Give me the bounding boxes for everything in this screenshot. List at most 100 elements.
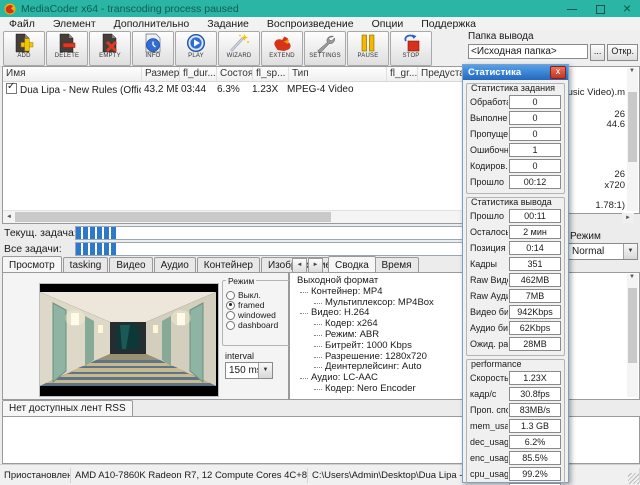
toolbar-label: PAUSE <box>358 53 379 59</box>
stat-label: mem_usage <box>470 421 508 431</box>
dialog-title: Статистика <box>468 67 550 78</box>
file-info-line: 1.78:1) <box>595 200 625 211</box>
chevron-down-icon[interactable] <box>623 244 637 259</box>
scroll-thumb[interactable] <box>628 92 637 162</box>
radio-icon[interactable] <box>226 301 235 310</box>
menu-task[interactable]: Задание <box>198 18 258 30</box>
task-mode-select[interactable]: Normal <box>568 243 638 260</box>
extend-icon <box>271 33 293 53</box>
radio-label: framed <box>238 300 264 310</box>
close-icon[interactable] <box>622 3 634 15</box>
dialog-close-icon[interactable]: x <box>550 66 566 79</box>
col-duration[interactable]: fl_dur... <box>180 67 217 81</box>
menu-file[interactable]: Файл <box>0 18 44 30</box>
col-group[interactable]: fl_gr... <box>387 67 418 81</box>
tab-scroll-right-icon[interactable]: ► <box>308 258 323 273</box>
stat-label: Выполнено фай <box>470 113 508 123</box>
stat-label: Проп. способн. <box>470 405 508 415</box>
stat-value: 942Kbps <box>509 305 561 319</box>
stat-value: 83MB/s <box>509 403 561 417</box>
tab-video[interactable]: Видео <box>109 257 152 273</box>
stat-row: Raw Аудио7MB <box>470 289 561 303</box>
col-speed[interactable]: fl_sp... <box>253 67 289 81</box>
mode-option-windowed[interactable]: windowed <box>226 310 288 320</box>
col-status[interactable]: Состоя... <box>217 67 253 81</box>
col-name[interactable]: Имя <box>3 67 142 81</box>
radio-icon[interactable] <box>226 321 235 330</box>
output-folder-input[interactable]: <Исходная папка> <box>468 44 588 59</box>
mode-option-dashboard[interactable]: dashboard <box>226 320 288 330</box>
statistics-dialog: Статистика x Статистика задания Обработа… <box>462 64 569 483</box>
radio-icon[interactable] <box>226 311 235 320</box>
mediacoder-window: MediaCoder x64 - transcoding process pau… <box>0 0 640 485</box>
tab-tasking[interactable]: tasking <box>63 257 109 273</box>
empty-list-icon <box>99 33 121 53</box>
extend-button[interactable]: EXTEND <box>261 31 303 66</box>
menu-advanced[interactable]: Дополнительно <box>105 18 199 30</box>
stat-label: cpu_usage <box>470 469 508 479</box>
stat-label: Скорость <box>470 373 508 383</box>
mode-option-off[interactable]: Выкл. <box>226 290 288 300</box>
pause-button[interactable]: PAUSE <box>347 31 389 66</box>
menu-item[interactable]: Элемент <box>44 18 105 30</box>
summary-vscrollbar[interactable] <box>627 274 638 397</box>
menu-options[interactable]: Опции <box>363 18 413 30</box>
radio-icon[interactable] <box>226 291 235 300</box>
tab-audio[interactable]: Аудио <box>154 257 196 273</box>
toolbar-label: EXTEND <box>269 53 295 59</box>
stat-row: Аудио битрейт62Kbps <box>470 321 561 335</box>
stat-row: Прошло00:11 <box>470 209 561 223</box>
scroll-right-icon[interactable]: ► <box>622 213 634 223</box>
stat-row: Прошло00:12 <box>470 175 561 189</box>
mode-group-title: Режим <box>226 276 256 286</box>
tab-scroll-left-icon[interactable]: ◄ <box>292 258 307 273</box>
menu-support[interactable]: Поддержка <box>412 18 485 30</box>
maximize-icon[interactable] <box>594 3 606 15</box>
stat-label: Raw Видео <box>470 275 508 285</box>
info-button[interactable]: INFO <box>132 31 174 66</box>
file-info-vscrollbar[interactable] <box>627 68 638 211</box>
tab-container[interactable]: Контейнер <box>197 257 260 273</box>
row-checkbox[interactable] <box>6 83 17 94</box>
stat-row: Видео битрейт942Kbps <box>470 305 561 319</box>
dialog-title-bar[interactable]: Статистика x <box>463 65 568 80</box>
group-title: Статистика задания <box>470 83 561 93</box>
interval-select[interactable]: 150 ms <box>225 362 273 379</box>
play-button[interactable]: PLAY <box>175 31 217 66</box>
tab-preview[interactable]: Просмотр <box>2 256 62 272</box>
file-status: 6.3% <box>214 84 249 95</box>
scroll-left-icon[interactable]: ◄ <box>3 211 15 223</box>
browse-button[interactable]: ... <box>590 44 606 61</box>
toolbar-label: SETTINGS <box>309 53 341 59</box>
stop-button[interactable]: STOP <box>390 31 432 66</box>
mode-option-framed[interactable]: framed <box>226 300 288 310</box>
chevron-down-icon[interactable] <box>258 363 272 378</box>
toolbar-label: DELETE <box>55 53 80 59</box>
video-frame-corridor <box>40 284 216 394</box>
group-title: Статистика вывода <box>470 197 561 207</box>
delete-button[interactable]: DELETE <box>46 31 88 66</box>
performance-group: performance Скорость1.23X кадр/с30.8fps … <box>466 359 565 485</box>
group-title: performance <box>470 359 561 369</box>
stat-row: Кадры351 <box>470 257 561 271</box>
wizard-button[interactable]: WIZARD <box>218 31 260 66</box>
stat-label: dec_usage <box>470 437 508 447</box>
scroll-thumb[interactable] <box>15 212 331 222</box>
tab-time[interactable]: Время <box>374 257 418 273</box>
settings-button[interactable]: SETTINGS <box>304 31 346 66</box>
title-bar: MediaCoder x64 - transcoding process pau… <box>0 0 640 17</box>
stat-row: Скорость1.23X <box>470 371 561 385</box>
col-type[interactable]: Тип <box>289 67 387 81</box>
resize-grip[interactable] <box>628 473 639 484</box>
tab-summary[interactable]: Сводка <box>328 256 376 272</box>
minimize-icon[interactable] <box>566 3 578 15</box>
add-button[interactable]: ADD <box>3 31 45 66</box>
menu-playback[interactable]: Воспроизведение <box>258 18 363 30</box>
col-size[interactable]: Размер <box>142 67 180 81</box>
empty-button[interactable]: EMPTY <box>89 31 131 66</box>
open-folder-button[interactable]: Откр. <box>607 44 638 61</box>
stat-label: кадр/с <box>470 389 496 399</box>
scroll-thumb[interactable] <box>628 288 637 363</box>
toolbar-label: PLAY <box>188 53 204 59</box>
video-preview[interactable] <box>39 283 219 397</box>
